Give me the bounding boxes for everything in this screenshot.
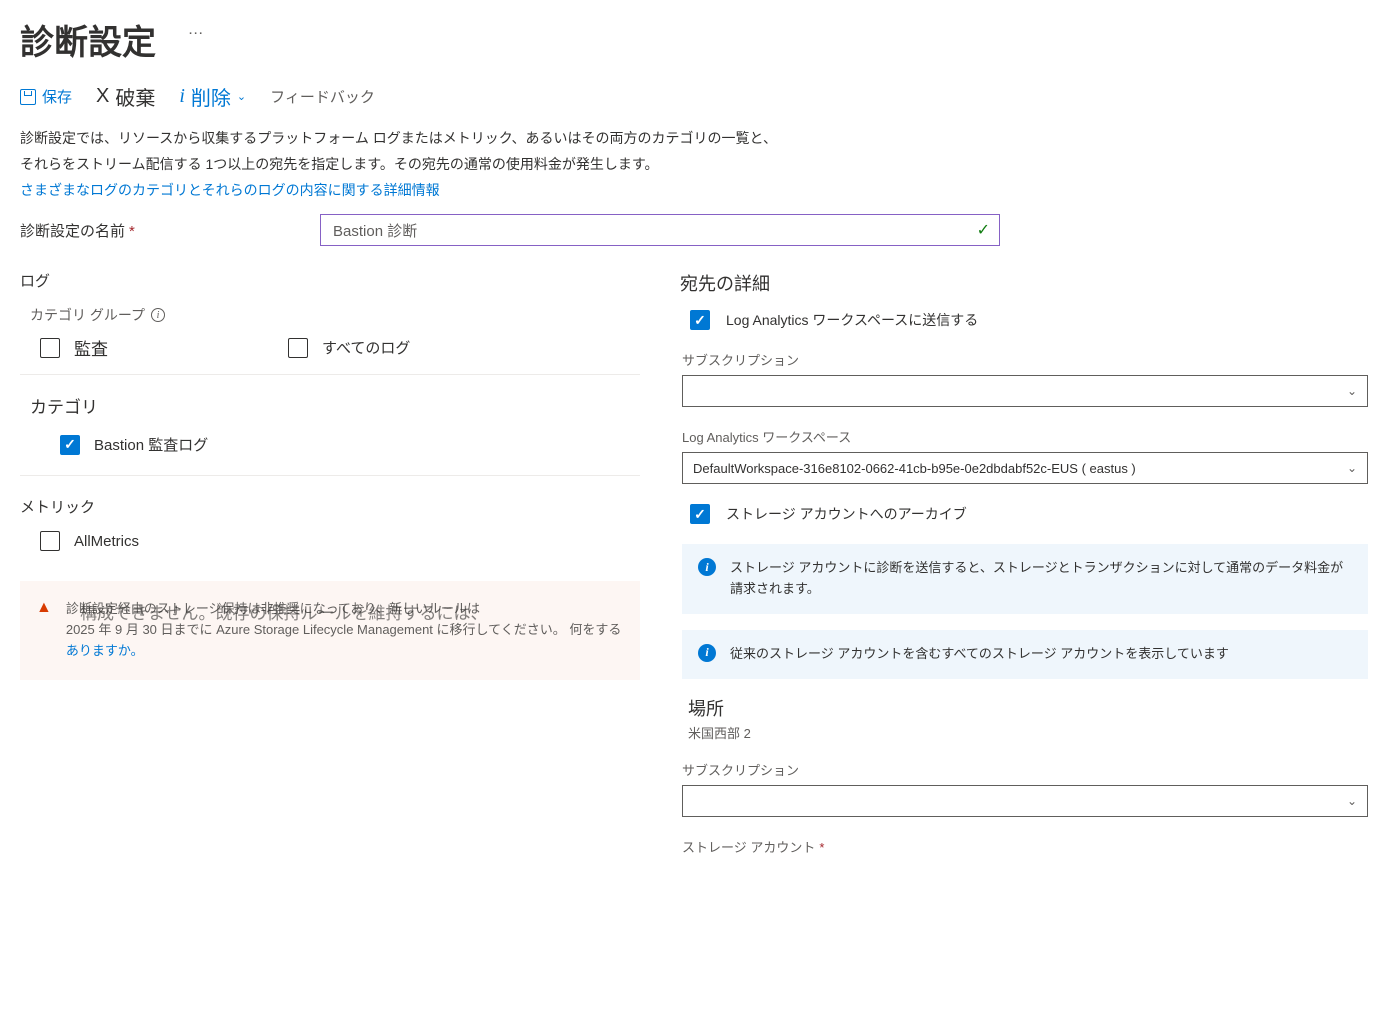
discard-button[interactable]: X 破棄 (96, 82, 155, 111)
category-group-label: カテゴリ グループ (30, 305, 145, 325)
page-title: 診断設定 (20, 15, 156, 64)
info-box-1: i ストレージ アカウントに診断を送信すると、ストレージとトランザクションに対し… (682, 544, 1368, 614)
all-logs-label: すべてのログ (322, 337, 410, 358)
description-line2: それらをストリーム配信する 1つ以上の宛先を指定します。その宛先の通常の使用料金… (20, 153, 1368, 177)
bastion-audit-checkbox[interactable] (60, 435, 80, 455)
storage-subscription-select[interactable]: ⌄ (682, 785, 1368, 817)
more-menu-button[interactable]: … (188, 21, 204, 39)
info-icon: i (698, 558, 716, 576)
all-logs-checkbox[interactable] (288, 338, 308, 358)
location-value: 米国西部 2 (688, 723, 1368, 742)
location-title: 場所 (688, 695, 1368, 721)
warning-link[interactable]: ありますか。 (66, 643, 144, 658)
warning-icon: ▲ (36, 599, 52, 661)
info-box-2: i 従来のストレージ アカウントを含むすべてのストレージ アカウントを表示してい… (682, 630, 1368, 679)
info-icon[interactable]: i (151, 308, 165, 322)
dropdown-icon: ⌄ (237, 90, 246, 103)
law-checkbox[interactable] (690, 310, 710, 330)
warning-link-prefix: 何をする (569, 622, 621, 637)
logs-title: ログ (20, 270, 640, 291)
law-workspace-value: DefaultWorkspace-316e8102-0662-41cb-b95e… (693, 461, 1136, 476)
description-line1: 診断設定では、リソースから収集するプラットフォーム ログまたはメトリック、あるい… (20, 127, 1368, 151)
subscription-select[interactable]: ⌄ (682, 375, 1368, 407)
toolbar: 保存 X 破棄 i 削除 ⌄ フィードバック (20, 82, 1368, 111)
delete-button[interactable]: i 削除 ⌄ (179, 82, 246, 111)
diagnostic-name-input[interactable] (320, 214, 1000, 246)
chevron-down-icon: ⌄ (1347, 461, 1357, 475)
name-field-label: 診断設定の名前* (20, 220, 320, 241)
audit-label: 監査 (74, 335, 108, 360)
save-label: 保存 (42, 86, 72, 107)
category-title: カテゴリ (30, 393, 640, 418)
feedback-label: フィードバック (270, 86, 375, 107)
storage-account-label: ストレージ アカウント* (682, 837, 1368, 856)
subscription-label: サブスクリプション (682, 350, 1368, 369)
audit-checkbox[interactable] (40, 338, 60, 358)
warning-overlay: 構成できません。既存の保持ルールを維持するには、 (80, 599, 488, 624)
x-icon: X (96, 85, 109, 108)
delete-label: 削除 (191, 82, 231, 111)
info-text-2: 従来のストレージ アカウントを含むすべてのストレージ アカウントを表示しています (730, 644, 1229, 665)
metrics-title: メトリック (20, 496, 640, 517)
warning-line2: 2025 年 9 月 30 日までに Azure Storage Lifecyc… (66, 622, 566, 637)
storage-subscription-label: サブスクリプション (682, 760, 1368, 779)
info-text-1: ストレージ アカウントに診断を送信すると、ストレージとトランザクションに対して通… (730, 558, 1352, 600)
chevron-down-icon: ⌄ (1347, 794, 1357, 808)
chevron-down-icon: ⌄ (1347, 384, 1357, 398)
allmetrics-label: AllMetrics (74, 533, 139, 550)
info-icon: i (698, 644, 716, 662)
check-icon: ✓ (977, 220, 990, 240)
feedback-button[interactable]: フィードバック (270, 86, 375, 107)
discard-label: 破棄 (115, 82, 155, 111)
description-link[interactable]: さまざまなログのカテゴリとそれらのログの内容に関する詳細情報 (20, 179, 1368, 203)
storage-label: ストレージ アカウントへのアーカイブ (726, 504, 967, 524)
allmetrics-checkbox[interactable] (40, 531, 60, 551)
warning-box: ▲ 診断設定経由のストレージ保持は非推奨になっており、新しいルールは 2025 … (20, 581, 640, 679)
info-icon: i (179, 85, 185, 108)
law-label: Log Analytics ワークスペースに送信する (726, 310, 978, 330)
save-button[interactable]: 保存 (20, 86, 72, 107)
bastion-audit-label: Bastion 監査ログ (94, 434, 208, 455)
save-icon (20, 89, 36, 105)
storage-checkbox[interactable] (690, 504, 710, 524)
law-workspace-select[interactable]: DefaultWorkspace-316e8102-0662-41cb-b95e… (682, 452, 1368, 484)
dest-title: 宛先の詳細 (680, 270, 1368, 296)
law-workspace-label: Log Analytics ワークスペース (682, 427, 1368, 446)
